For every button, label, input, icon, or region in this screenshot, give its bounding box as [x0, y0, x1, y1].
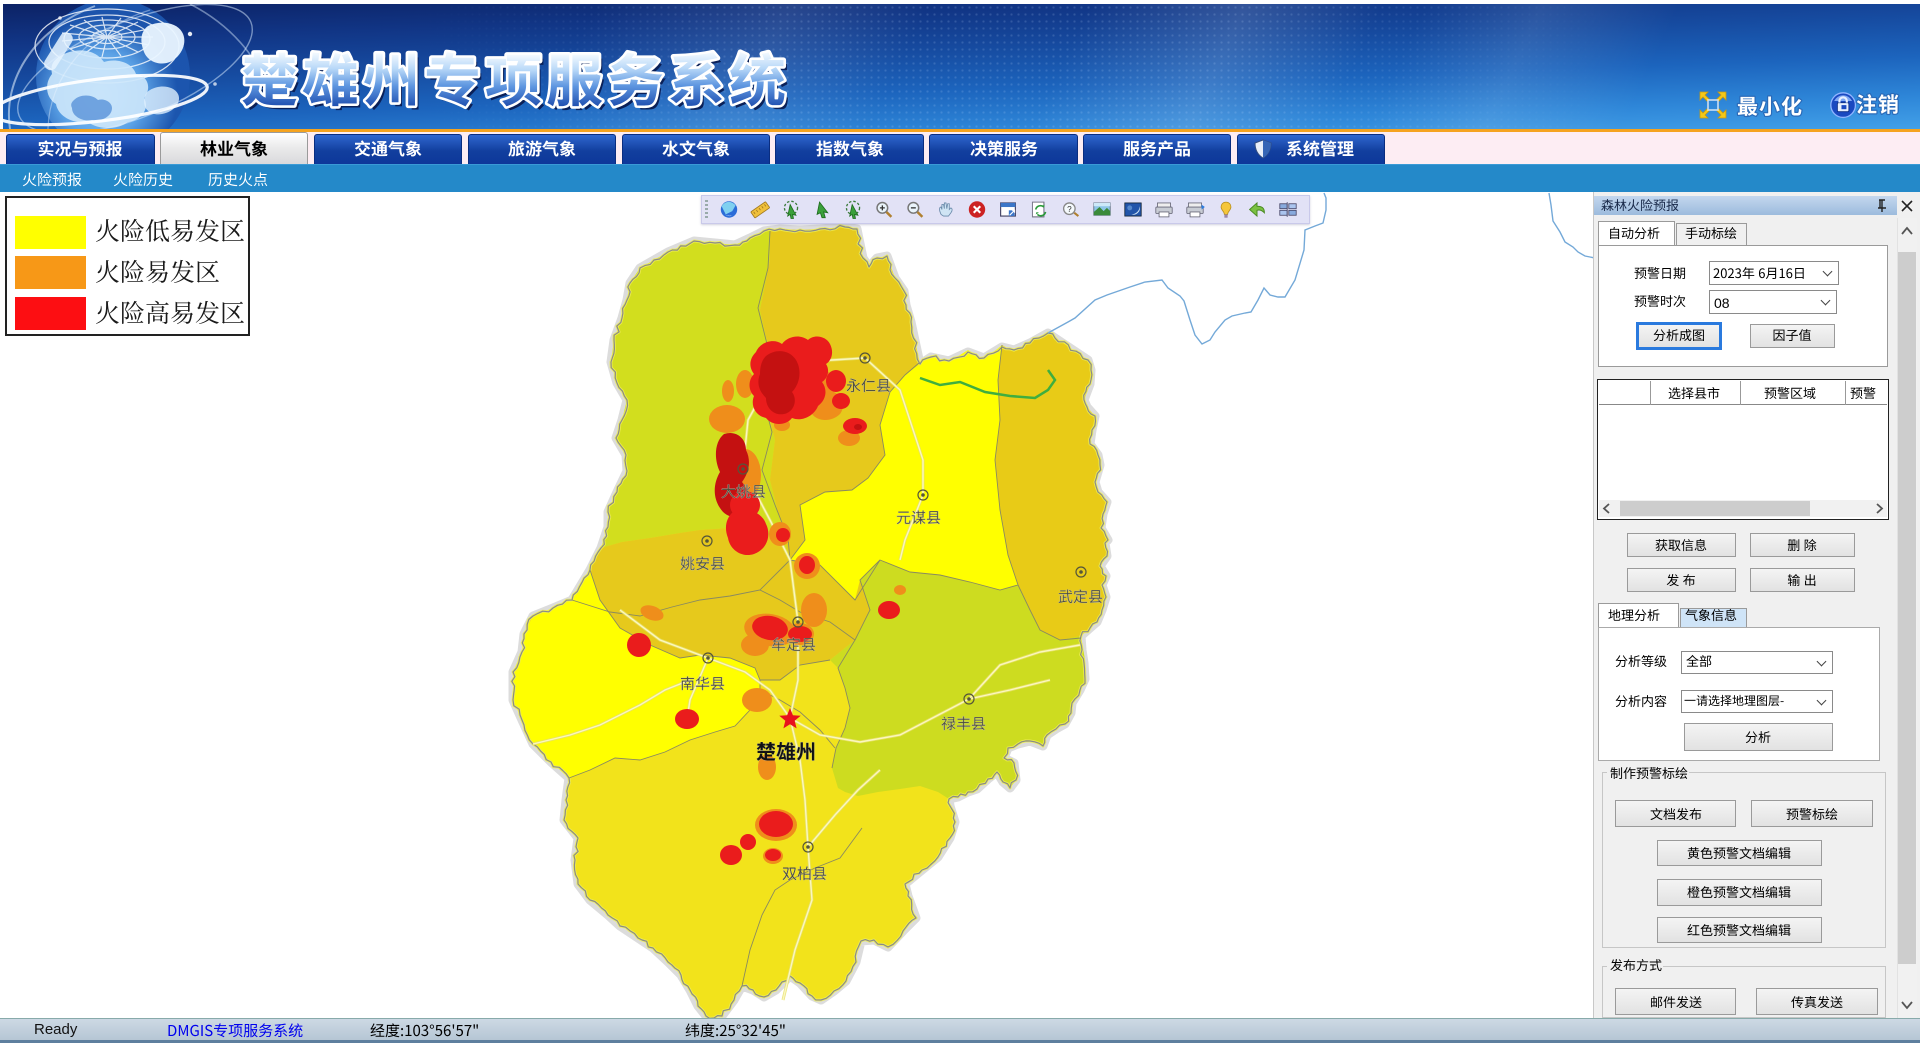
- svg-text:?: ?: [1067, 205, 1072, 214]
